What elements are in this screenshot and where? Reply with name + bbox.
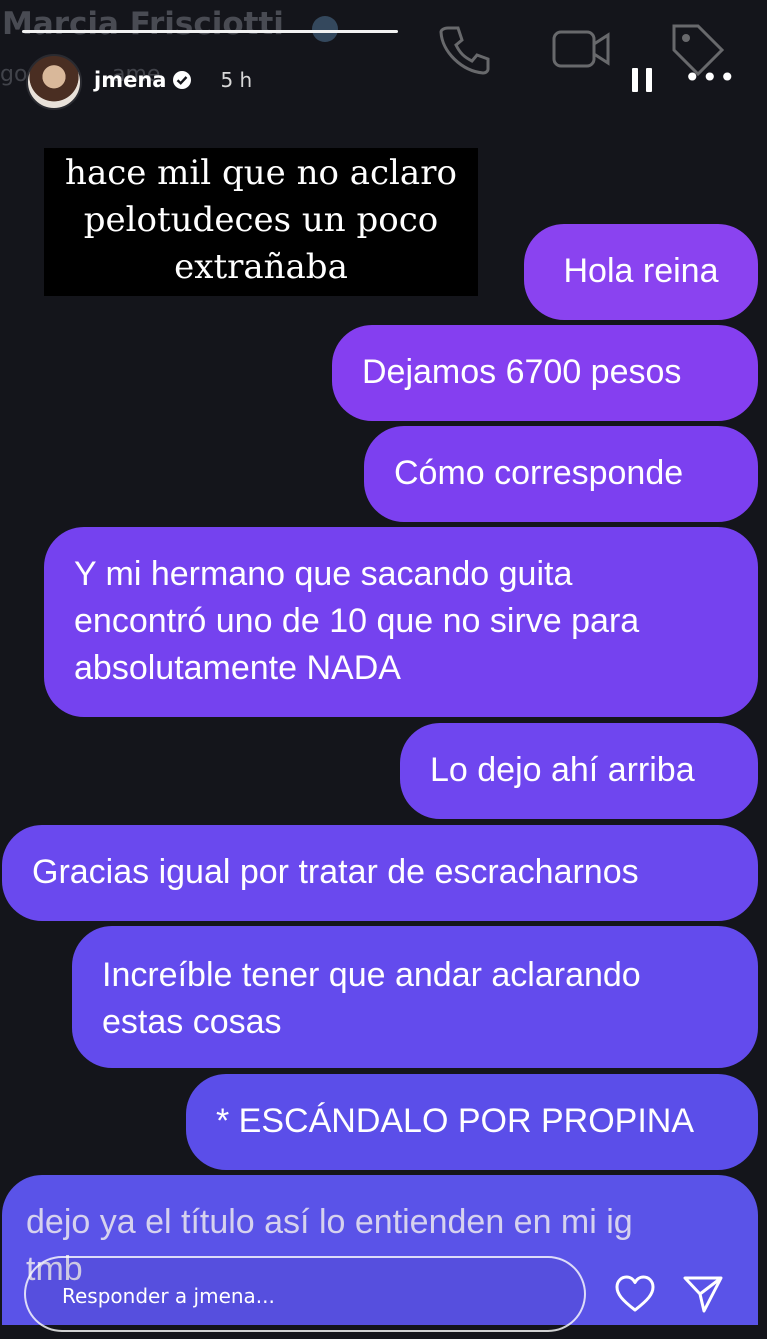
caption-line: hace mil que no aclaro — [65, 153, 457, 193]
story-progress-bar — [22, 30, 398, 33]
heart-icon[interactable] — [614, 1274, 656, 1314]
message-bubble: Y mi hermano que sacando guita encontró … — [44, 527, 758, 717]
verified-icon — [173, 71, 192, 89]
message-bubble: Dejamos 6700 pesos — [332, 325, 758, 421]
background-verified-icon — [312, 16, 338, 42]
avatar[interactable] — [26, 54, 82, 110]
background-chat-sub: go — [0, 62, 28, 87]
send-icon[interactable] — [682, 1274, 724, 1314]
message-bubble: Gracias igual por tratar de escracharnos — [2, 825, 758, 921]
message-bubble: Increíble tener que andar aclarando esta… — [72, 926, 758, 1068]
more-icon[interactable]: ••• — [684, 64, 737, 92]
post-time: 5 h — [220, 68, 253, 92]
caption-line: extrañaba — [174, 247, 348, 287]
story-header: jmena 5 h — [94, 68, 252, 92]
caption-line: pelotudeces un poco — [83, 200, 439, 240]
message-bubble: Hola reina — [524, 224, 758, 320]
story-viewer: Marcia Frisciotti go ame jmena 5 h ••• h… — [0, 0, 767, 1339]
message-bubble: Lo dejo ahí arriba — [400, 723, 758, 819]
username[interactable]: jmena — [94, 68, 166, 92]
reply-input[interactable]: Responder a jmena... — [24, 1256, 586, 1332]
video-icon — [552, 30, 610, 68]
story-caption: hace mil que no aclaro pelotudeces un po… — [44, 148, 478, 296]
background-chat-name: Marcia Frisciotti — [2, 6, 284, 42]
pause-icon[interactable] — [632, 68, 652, 92]
message-bubble: Cómo corresponde — [364, 426, 758, 522]
message-bubble: * ESCÁNDALO POR PROPINA — [186, 1074, 758, 1170]
phone-icon — [439, 26, 490, 75]
